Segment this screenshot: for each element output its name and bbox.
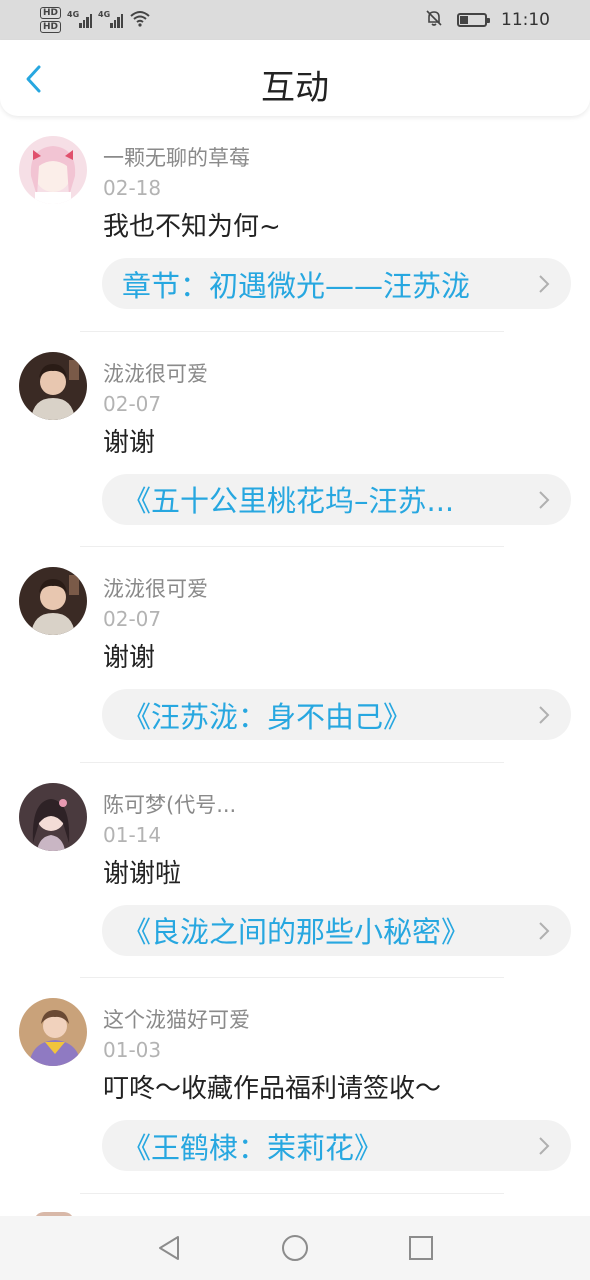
- list-item[interactable]: 一颗无聊的草莓 02-18 我也不知为何~ 章节：初遇微光——汪苏泷: [0, 116, 590, 332]
- work-link[interactable]: 《王鹤棣：茉莉花》: [102, 1120, 571, 1171]
- hd-badge: HD: [40, 7, 62, 19]
- network-label: 4G: [67, 10, 80, 19]
- list-item[interactable]: 这个泷猫好可爱 01-03 叮咚～收藏作品福利请签收～ 《王鹤棣：茉莉花》: [0, 978, 590, 1194]
- chevron-right-icon: [539, 1137, 550, 1155]
- work-title: 《王鹤棣：茉莉花》: [122, 1130, 384, 1165]
- status-time: 11:10: [501, 10, 550, 30]
- user-name: 泷泷很可爱: [103, 361, 208, 386]
- chevron-right-icon: [539, 921, 550, 940]
- comment-date: 01-14: [103, 822, 162, 847]
- user-name: 泷泷很可爱: [103, 577, 208, 601]
- hd-badges: HD HD: [40, 7, 62, 33]
- hd-badge: HD: [40, 21, 62, 33]
- list-item[interactable]: 陈可梦(代号... 01-14 谢谢啦 《良泷之间的那些小秘密》: [0, 763, 590, 978]
- chevron-right-icon: [539, 275, 550, 293]
- work-title: 《五十公里桃花坞–汪苏...: [122, 484, 455, 518]
- work-title: 《汪苏泷：身不由己》: [122, 699, 413, 734]
- comment-text: 叮咚～收藏作品福利请签收～: [103, 1074, 442, 1104]
- avatar[interactable]: [19, 136, 87, 204]
- header: 互动: [0, 40, 590, 116]
- work-title: 《良泷之间的那些小秘密》: [122, 915, 471, 949]
- user-name: 陈可梦(代号...: [103, 792, 237, 817]
- status-right: 11:10: [425, 0, 550, 40]
- work-link[interactable]: 《五十公里桃花坞–汪苏...: [102, 473, 571, 525]
- user-name: 一颗无聊的草莓: [103, 146, 250, 170]
- work-title: 章节：初遇微光——汪苏泷: [122, 268, 471, 303]
- mute-icon: [425, 9, 443, 31]
- avatar[interactable]: [19, 998, 87, 1066]
- comment-date: 02-07: [103, 607, 162, 631]
- comment-text: 谢谢啦: [103, 858, 182, 889]
- comment-text: 我也不知为何~: [103, 212, 281, 242]
- chevron-right-icon: [539, 490, 550, 509]
- status-bar: HD HD 4G 4G 11:10: [0, 0, 590, 40]
- comment-text: 谢谢: [103, 643, 156, 673]
- signal-icon: 4G: [67, 10, 93, 28]
- comment-date: 02-18: [103, 176, 162, 200]
- chevron-right-icon: [539, 706, 550, 724]
- page-title: 互动: [261, 68, 329, 108]
- system-nav-bar: [0, 1216, 590, 1280]
- avatar[interactable]: [19, 782, 87, 851]
- work-link[interactable]: 章节：初遇微光——汪苏泷: [102, 258, 571, 309]
- work-link[interactable]: 《良泷之间的那些小秘密》: [102, 904, 571, 956]
- divider: [80, 1192, 504, 1194]
- battery-icon: [457, 13, 490, 27]
- home-circle-icon[interactable]: [280, 1233, 310, 1263]
- avatar[interactable]: [19, 351, 87, 420]
- user-name: 这个泷猫好可爱: [103, 1008, 250, 1032]
- wifi-icon: [129, 9, 151, 31]
- list-item[interactable]: 泷泷很可爱 02-07 谢谢 《汪苏泷：身不由己》: [0, 547, 590, 763]
- comment-date: 02-07: [103, 391, 162, 416]
- avatar[interactable]: [19, 567, 87, 635]
- signal-icon: 4G: [98, 10, 124, 28]
- list-item[interactable]: 泷泷很可爱 02-07 谢谢 《五十公里桃花坞–汪苏...: [0, 332, 590, 547]
- work-link[interactable]: 《汪苏泷：身不由己》: [102, 689, 571, 740]
- network-label: 4G: [98, 10, 111, 19]
- interaction-list: 一颗无聊的草莓 02-18 我也不知为何~ 章节：初遇微光——汪苏泷 泷泷很可爱…: [0, 116, 590, 1216]
- back-triangle-icon[interactable]: [154, 1233, 184, 1263]
- recents-square-icon[interactable]: [406, 1233, 436, 1263]
- status-left: HD HD 4G 4G: [40, 5, 151, 35]
- comment-text: 谢谢: [103, 427, 156, 458]
- comment-date: 01-03: [103, 1038, 162, 1062]
